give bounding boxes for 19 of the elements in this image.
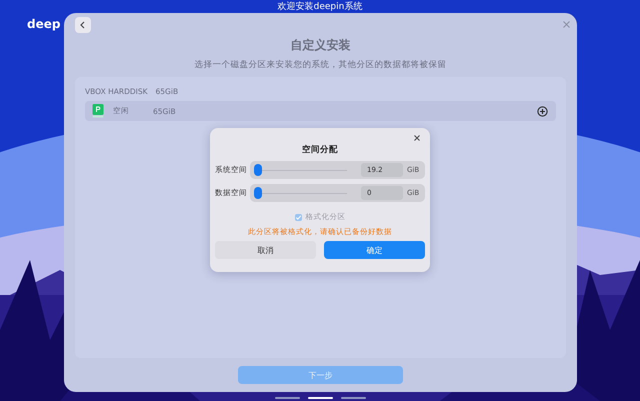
- welcome-title: 欢迎安装deepin系统: [278, 1, 362, 13]
- chevron-left-icon: [79, 21, 87, 29]
- slider-thumb[interactable]: [254, 187, 262, 199]
- dialog-title: 空间分配: [301, 144, 339, 156]
- page-indicator[interactable]: [340, 397, 366, 399]
- size-slider[interactable]: [254, 187, 347, 199]
- page-indicator[interactable]: [274, 397, 300, 399]
- add-icon[interactable]: [537, 106, 548, 116]
- confirm-button[interactable]: 确定: [324, 241, 425, 259]
- logo: deep: [27, 17, 60, 31]
- size-slider[interactable]: [254, 164, 347, 176]
- page-heading: 自定义安装: [290, 37, 350, 54]
- back-button[interactable]: [75, 17, 91, 33]
- close-icon[interactable]: [414, 135, 420, 141]
- partition-icon: [92, 104, 104, 118]
- page-indicator[interactable]: [308, 397, 332, 399]
- slider-thumb[interactable]: [254, 164, 262, 176]
- page-subtitle: 选择一个磁盘分区来安装您的系统，其他分区的数据都将被保留: [194, 59, 446, 71]
- cancel-button[interactable]: 取消: [215, 241, 316, 259]
